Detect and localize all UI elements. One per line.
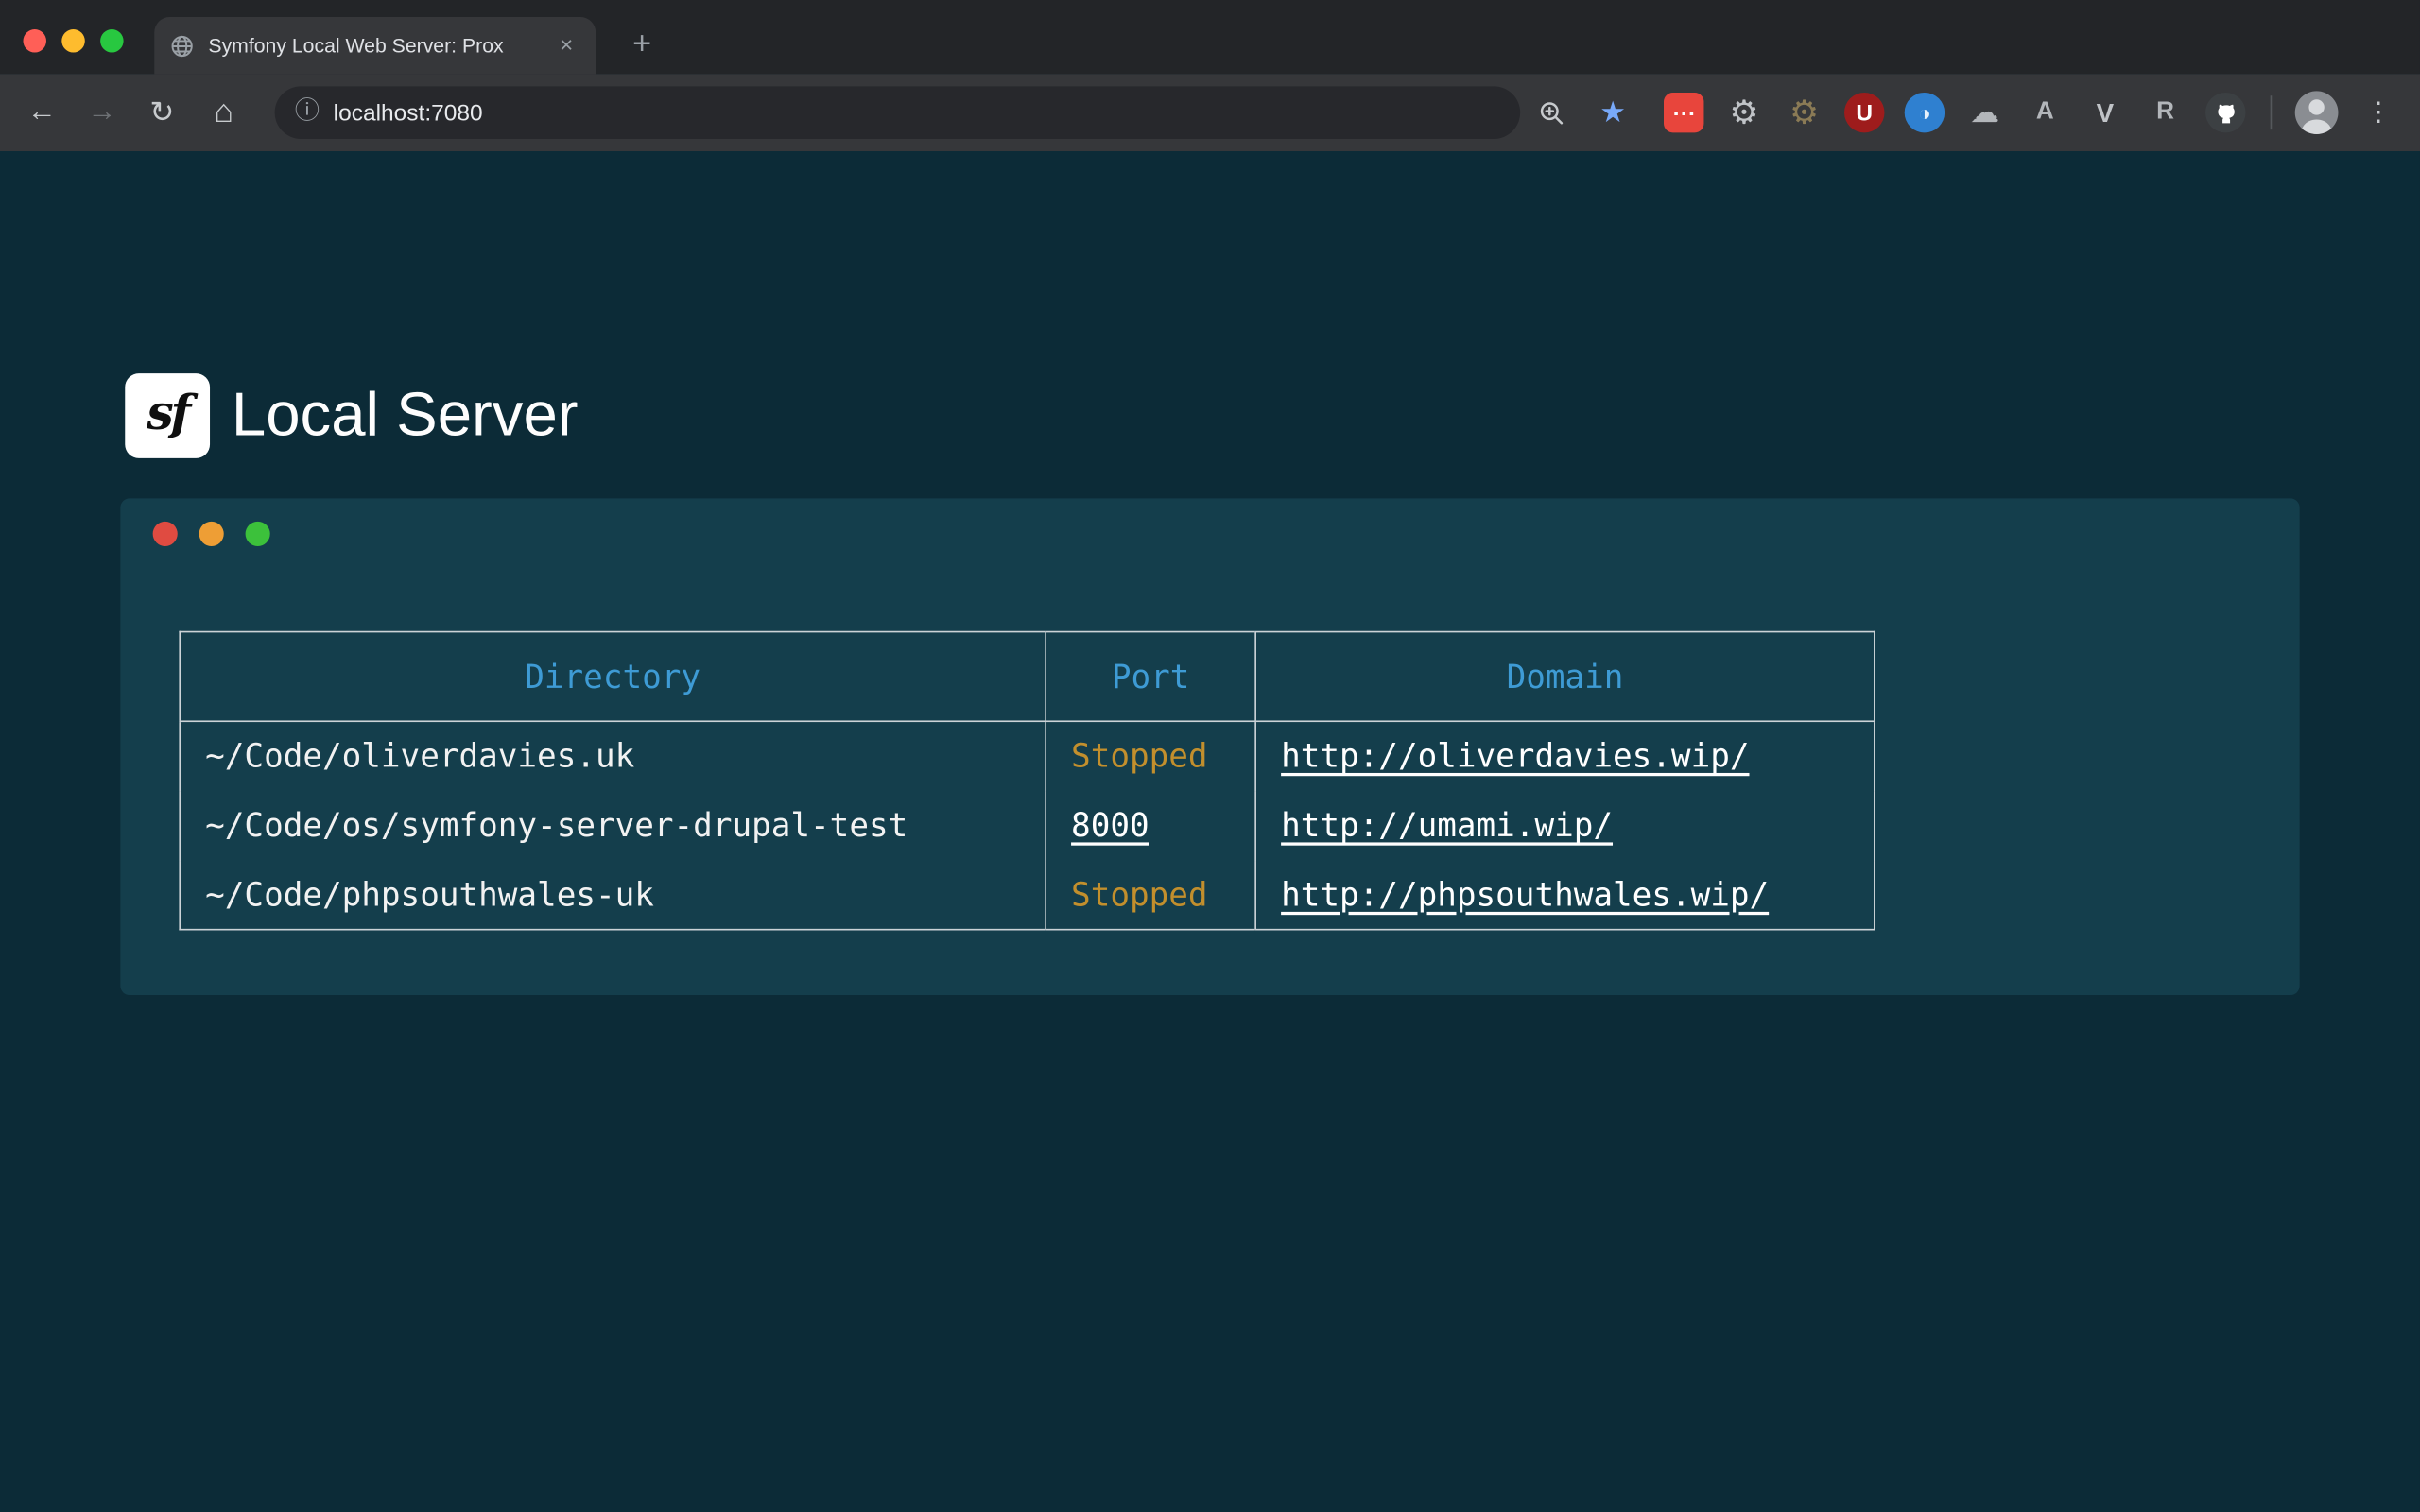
domain-link[interactable]: http://umami.wip/ bbox=[1281, 807, 1613, 844]
reload-button[interactable]: ↻ bbox=[134, 85, 190, 141]
extension-icon-blue-orb[interactable]: ◑ bbox=[1905, 93, 1945, 132]
directory-column-header: Directory bbox=[180, 632, 1046, 722]
extension-icon-letter-r[interactable]: R bbox=[2145, 93, 2185, 132]
page-title: Local Server bbox=[232, 381, 579, 450]
extension-icon-gear-dark[interactable]: ⚙ bbox=[1784, 93, 1824, 132]
forward-button[interactable]: → bbox=[74, 85, 130, 141]
profile-avatar[interactable] bbox=[2295, 91, 2339, 134]
home-button[interactable]: ⌂ bbox=[196, 85, 251, 141]
url-text: localhost:7080 bbox=[334, 99, 483, 126]
window-minimize-button[interactable] bbox=[61, 29, 84, 52]
tab-title: Symfony Local Web Server: Prox bbox=[208, 34, 538, 57]
directory-cell: ~/Code/os/symfony-server-drupal-test bbox=[180, 791, 1046, 860]
bookmark-star-icon[interactable]: ★ bbox=[1586, 86, 1639, 139]
port-link[interactable]: 8000 bbox=[1071, 807, 1150, 844]
brand-header: sf Local Server bbox=[125, 373, 578, 458]
table-row: ~/Code/oliverdavies.uk Stopped http://ol… bbox=[180, 721, 1875, 790]
port-status: Stopped bbox=[1071, 876, 1208, 913]
domain-link[interactable]: http://phpsouthwales.wip/ bbox=[1281, 876, 1769, 913]
extension-icon-dots-grid[interactable]: ⋯ bbox=[1664, 93, 1703, 132]
toolbar-divider bbox=[2271, 95, 2273, 129]
active-tab[interactable]: Symfony Local Web Server: Prox × bbox=[154, 17, 596, 74]
browser-menu-icon[interactable]: ⋮ bbox=[2360, 86, 2396, 139]
panel-dot-green bbox=[246, 522, 270, 546]
port-status: Stopped bbox=[1071, 738, 1208, 775]
browser-window: Symfony Local Web Server: Prox × + ← → ↻… bbox=[0, 0, 2420, 1512]
extension-icon-gear-light[interactable]: ⚙ bbox=[1724, 93, 1764, 132]
server-panel: Directory Port Domain ~/Code/oliverdavie… bbox=[120, 498, 2299, 995]
domain-column-header: Domain bbox=[1255, 632, 1875, 722]
panel-dot-orange bbox=[199, 522, 224, 546]
new-tab-button[interactable]: + bbox=[622, 25, 662, 64]
symfony-logo: sf bbox=[125, 373, 210, 458]
tab-strip: Symfony Local Web Server: Prox × + bbox=[0, 0, 2420, 74]
extensions-bar: ⋯ ⚙ ⚙ U ◑ ☁ A V R bbox=[1664, 93, 2246, 132]
globe-favicon-icon bbox=[170, 33, 195, 58]
directory-cell: ~/Code/oliverdavies.uk bbox=[180, 721, 1046, 790]
site-info-icon[interactable]: ⓘ bbox=[295, 100, 320, 125]
directory-cell: ~/Code/phpsouthwales-uk bbox=[180, 860, 1046, 929]
table-header-row: Directory Port Domain bbox=[180, 632, 1875, 722]
table-row: ~/Code/phpsouthwales-uk Stopped http://p… bbox=[180, 860, 1875, 929]
back-button[interactable]: ← bbox=[14, 85, 70, 141]
window-close-button[interactable] bbox=[23, 29, 45, 52]
tab-close-icon[interactable]: × bbox=[552, 31, 579, 59]
window-controls bbox=[23, 29, 123, 52]
github-extension-icon[interactable] bbox=[2205, 93, 2245, 132]
extension-icon-cloud[interactable]: ☁ bbox=[1964, 93, 2004, 132]
domain-link[interactable]: http://oliverdavies.wip/ bbox=[1281, 738, 1749, 775]
panel-dot-red bbox=[153, 522, 178, 546]
servers-table: Directory Port Domain ~/Code/oliverdavie… bbox=[179, 631, 1875, 931]
extension-icon-letter-v[interactable]: V bbox=[2085, 93, 2125, 132]
port-column-header: Port bbox=[1046, 632, 1255, 722]
address-bar[interactable]: ⓘ localhost:7080 bbox=[275, 86, 1521, 139]
extension-icon-letter-a[interactable]: A bbox=[2025, 93, 2065, 132]
page-content: sf Local Server Directory Port Domain bbox=[0, 151, 2420, 1512]
window-zoom-button[interactable] bbox=[100, 29, 123, 52]
extension-icon-ublock[interactable]: U bbox=[1844, 93, 1884, 132]
browser-toolbar: ← → ↻ ⌂ ⓘ localhost:7080 ★ ⋯ ⚙ ⚙ U ◑ ☁ A… bbox=[0, 74, 2420, 151]
zoom-icon[interactable] bbox=[1525, 86, 1578, 139]
table-row: ~/Code/os/symfony-server-drupal-test 800… bbox=[180, 791, 1875, 860]
panel-window-dots bbox=[153, 522, 270, 546]
